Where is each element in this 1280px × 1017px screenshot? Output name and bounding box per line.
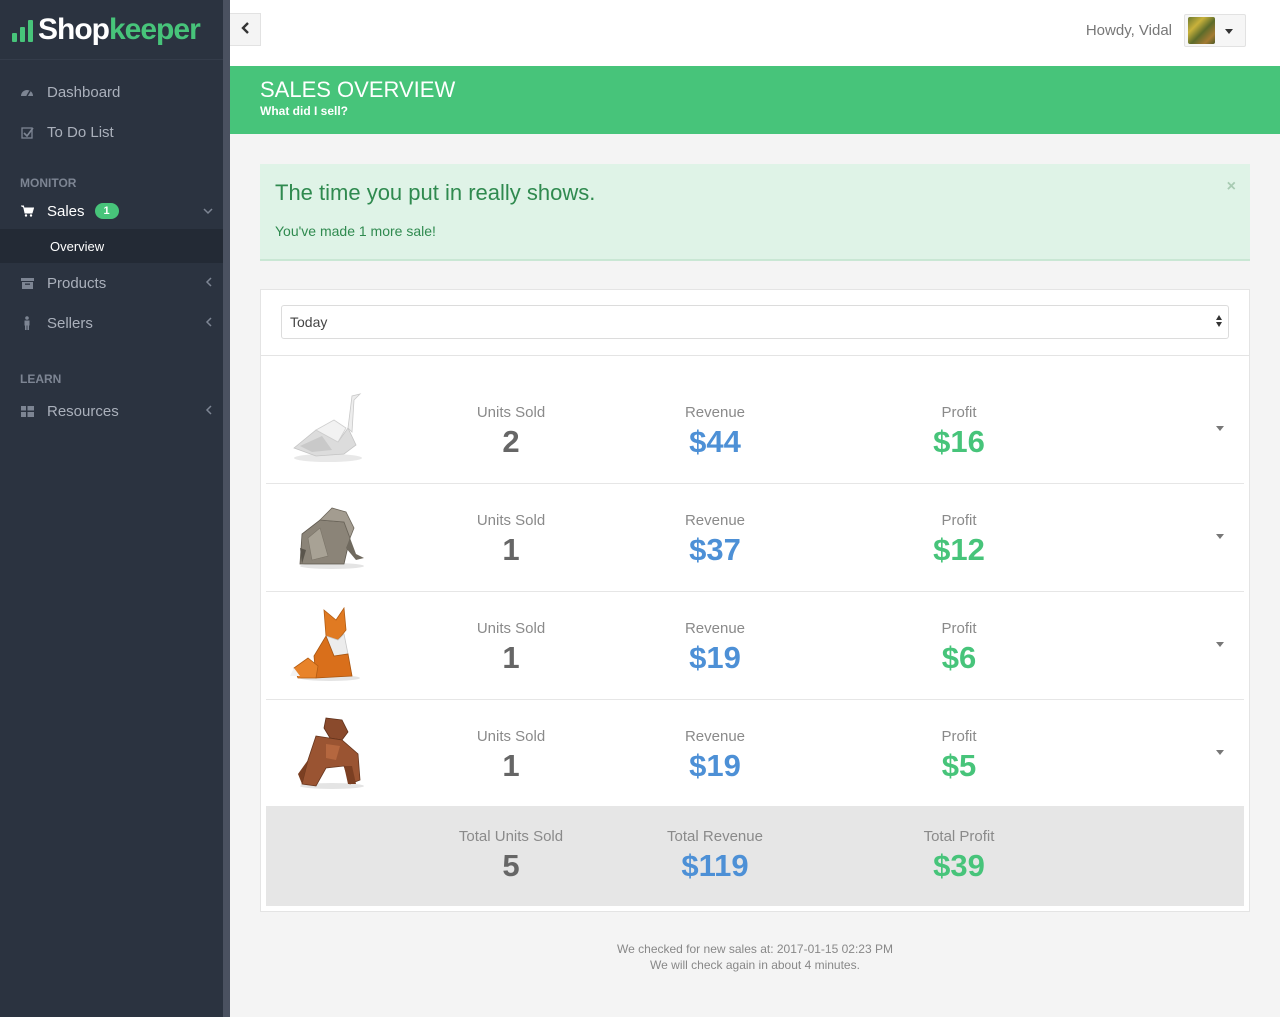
profit-label: Profit — [941, 512, 977, 529]
totals-row: Total Units Sold 5 Total Revenue $119 To… — [266, 806, 1244, 906]
sidebar-item-sales[interactable]: Sales 1 — [0, 193, 223, 229]
page-subtitle: What did I sell? — [260, 104, 349, 118]
total-revenue-value: $119 — [681, 848, 749, 883]
sales-row[interactable]: Units Sold 1 Revenue $19 Profit $6 — [266, 592, 1244, 700]
sidebar-item-label: Products — [47, 274, 107, 292]
dashboard-icon — [20, 85, 34, 99]
nav-section-monitor: MONITOR — [20, 176, 77, 190]
check-status: We checked for new sales at: 2017-01-15 … — [230, 941, 1280, 973]
caret-down-icon — [1225, 29, 1233, 34]
caret-down-icon[interactable] — [1216, 642, 1224, 647]
page-header: SALES OVERVIEW What did I sell? — [230, 66, 1280, 134]
user-greeting: Howdy, Vidal — [1085, 22, 1172, 39]
sidebar-subitem-label: Overview — [50, 238, 105, 254]
sales-count-badge: 1 — [94, 203, 119, 219]
grid-icon — [20, 404, 34, 418]
profit-value: $12 — [933, 532, 985, 567]
revenue-label: Revenue — [684, 512, 746, 529]
revenue-label: Revenue — [684, 728, 746, 745]
sidebar-item-resources[interactable]: Resources — [0, 391, 223, 431]
logo-text-shop: Shop — [38, 12, 110, 46]
person-icon — [20, 316, 34, 330]
caret-down-icon[interactable] — [1216, 750, 1224, 755]
logo-text-keeper: keeper — [109, 12, 201, 46]
profit-value: $16 — [933, 424, 985, 459]
sidebar-item-sellers[interactable]: Sellers — [0, 303, 223, 343]
period-select-value: Today — [290, 314, 328, 330]
units-sold-value: 2 — [502, 424, 520, 459]
logo-bars-icon — [12, 18, 33, 42]
sidebar-toggle-button[interactable] — [230, 13, 261, 46]
units-sold-label: Units Sold — [476, 404, 546, 421]
checkbox-icon — [20, 125, 34, 139]
cart-icon — [20, 204, 34, 218]
sidebar: Shopkeeper Dashboard To Do List MONITOR … — [0, 0, 223, 1017]
archive-icon — [20, 276, 34, 290]
total-profit-label: Total Profit — [923, 828, 995, 845]
logo[interactable]: Shopkeeper — [0, 0, 223, 60]
alert-text: You've made 1 more sale! — [275, 223, 436, 239]
profit-value: $5 — [941, 748, 977, 783]
sidebar-item-label: Resources — [47, 402, 119, 420]
user-menu-button[interactable] — [1184, 14, 1246, 47]
chevron-left-icon — [205, 276, 213, 290]
sales-panel: Today Units Sold 2 Revenue $44 Profit $1… — [260, 289, 1250, 912]
units-sold-label: Units Sold — [476, 728, 546, 745]
revenue-value: $37 — [689, 532, 741, 567]
total-units-label: Total Units Sold — [458, 828, 564, 845]
total-profit-value: $39 — [933, 848, 985, 883]
caret-down-icon[interactable] — [1216, 534, 1224, 539]
units-sold-label: Units Sold — [476, 512, 546, 529]
units-sold-label: Units Sold — [476, 620, 546, 637]
total-revenue-label: Total Revenue — [667, 828, 763, 845]
profit-value: $6 — [941, 640, 977, 675]
avatar — [1188, 17, 1215, 44]
top-header: Howdy, Vidal — [230, 0, 1280, 66]
origami-gorilla-image — [286, 714, 376, 794]
caret-down-icon[interactable] — [1216, 426, 1224, 431]
sidebar-item-todo[interactable]: To Do List — [0, 112, 223, 152]
sidebar-item-products[interactable]: Products — [0, 263, 223, 303]
close-icon[interactable]: × — [1227, 178, 1236, 196]
period-select[interactable]: Today — [281, 305, 1229, 339]
chevron-left-icon — [205, 316, 213, 330]
units-sold-value: 1 — [502, 640, 520, 675]
page-title: SALES OVERVIEW — [260, 77, 456, 102]
profit-label: Profit — [941, 728, 977, 745]
origami-fox-image — [286, 606, 376, 686]
chevron-down-icon — [203, 204, 213, 218]
sidebar-item-label: Sales — [47, 202, 85, 220]
last-checked-text: We checked for new sales at: 2017-01-15 … — [617, 942, 893, 956]
units-sold-value: 1 — [502, 748, 520, 783]
revenue-value: $44 — [689, 424, 741, 459]
chevron-left-icon — [240, 21, 250, 39]
sidebar-edge — [223, 0, 230, 1017]
units-sold-value: 1 — [502, 532, 520, 567]
sidebar-item-label: Sellers — [47, 314, 93, 332]
sidebar-subitem-overview[interactable]: Overview — [0, 229, 223, 263]
revenue-value: $19 — [689, 640, 741, 675]
nav-section-learn: LEARN — [20, 372, 62, 386]
select-arrows-icon — [1216, 315, 1222, 327]
revenue-label: Revenue — [684, 620, 746, 637]
sales-row[interactable]: Units Sold 1 Revenue $19 Profit $5 — [266, 700, 1244, 808]
profit-label: Profit — [941, 404, 977, 421]
alert-title: The time you put in really shows. — [275, 180, 596, 205]
total-units-value: 5 — [502, 848, 520, 883]
revenue-value: $19 — [689, 748, 741, 783]
next-check-text: We will check again in about 4 minutes. — [650, 958, 860, 972]
sales-row[interactable]: Units Sold 1 Revenue $37 Profit $12 — [266, 484, 1244, 592]
sidebar-item-label: Dashboard — [47, 83, 121, 101]
chevron-left-icon — [205, 404, 213, 418]
success-alert: The time you put in really shows. You've… — [260, 164, 1250, 261]
origami-elephant-image — [286, 498, 376, 578]
profit-label: Profit — [941, 620, 977, 637]
origami-swan-image — [286, 390, 376, 470]
sidebar-item-label: To Do List — [47, 123, 114, 141]
revenue-label: Revenue — [684, 404, 746, 421]
sidebar-item-dashboard[interactable]: Dashboard — [0, 72, 223, 112]
sales-row[interactable]: Units Sold 2 Revenue $44 Profit $16 — [266, 376, 1244, 484]
